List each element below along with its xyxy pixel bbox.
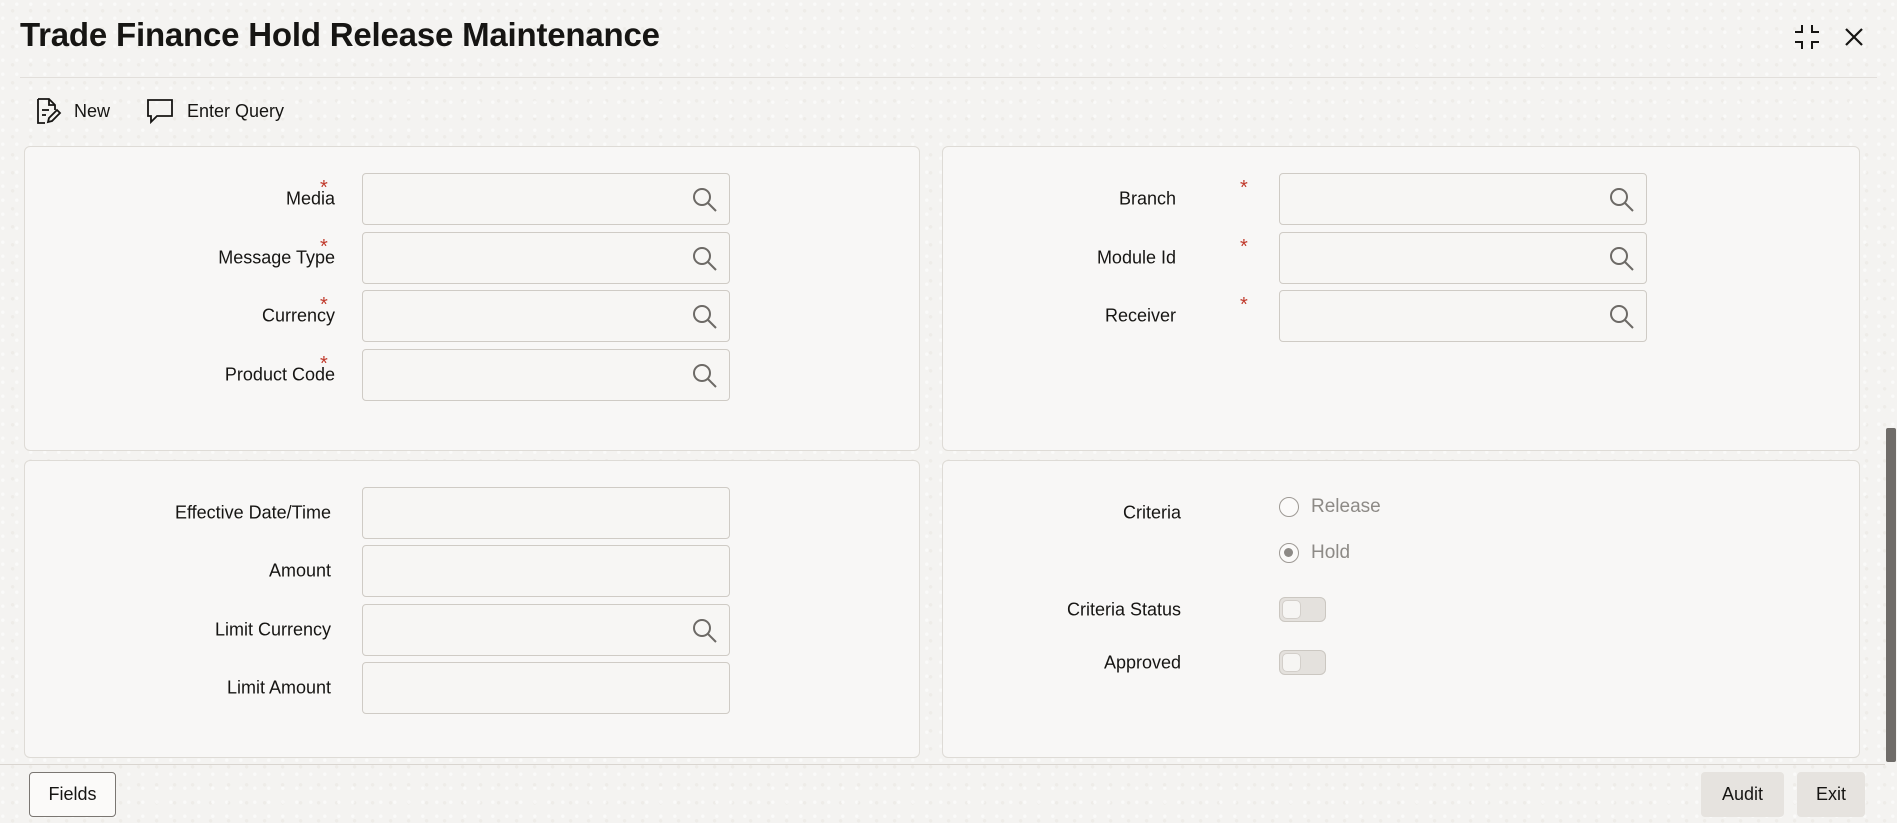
media-field[interactable] xyxy=(362,173,730,225)
required-indicator: * xyxy=(1240,294,1248,316)
effective-datetime-row: Effective Date/Time xyxy=(25,487,919,539)
module-id-input[interactable] xyxy=(1280,233,1646,283)
limit-currency-row: Limit Currency xyxy=(25,604,919,656)
close-icon xyxy=(1845,28,1863,46)
receiver-field[interactable] xyxy=(1279,290,1647,342)
receiver-row: Receiver * xyxy=(943,290,1859,342)
limit-currency-field[interactable] xyxy=(362,604,730,656)
search-icon[interactable] xyxy=(691,186,719,214)
collapse-icon xyxy=(1795,25,1819,49)
radio-hold-label: Hold xyxy=(1311,542,1351,563)
receiver-label: Receiver xyxy=(1104,305,1176,326)
new-button[interactable]: New xyxy=(32,93,110,129)
search-icon[interactable] xyxy=(691,362,719,390)
module-id-label: Module Id xyxy=(1096,247,1176,268)
message-type-label: Message Type xyxy=(218,247,335,268)
criteria-label: Criteria xyxy=(1122,502,1181,523)
approved-toggle[interactable] xyxy=(1279,650,1326,675)
radio-hold[interactable]: Hold xyxy=(1279,542,1350,564)
details-left-panel: Effective Date/Time Amount Limit Currenc… xyxy=(24,460,920,758)
branch-label: Branch xyxy=(1118,188,1176,209)
required-indicator: * xyxy=(1240,236,1248,258)
limit-currency-label: Limit Currency xyxy=(214,619,331,640)
collapse-button[interactable] xyxy=(1792,22,1822,52)
fields-button[interactable]: Fields xyxy=(29,772,116,817)
search-icon[interactable] xyxy=(1608,245,1636,273)
search-icon[interactable] xyxy=(691,303,719,331)
product-code-row: Product Code * xyxy=(25,349,919,401)
limit-amount-field[interactable] xyxy=(362,662,730,714)
header-divider xyxy=(20,77,1877,78)
currency-field[interactable] xyxy=(362,290,730,342)
radio-release[interactable]: Release xyxy=(1279,496,1381,518)
enter-query-button[interactable]: Enter Query xyxy=(145,93,284,129)
details-right-panel: Criteria Release Hold Criteria Status Ap… xyxy=(942,460,1860,758)
main-right-panel: Branch * Module Id * Receiver * xyxy=(942,146,1860,451)
required-indicator: * xyxy=(320,353,328,375)
currency-row: Currency * xyxy=(25,290,919,342)
branch-row: Branch * xyxy=(943,173,1859,225)
limit-amount-row: Limit Amount xyxy=(25,662,919,714)
radio-checked-icon xyxy=(1279,543,1299,563)
required-indicator: * xyxy=(320,236,328,258)
radio-unchecked-icon xyxy=(1279,497,1299,517)
effective-datetime-label: Effective Date/Time xyxy=(174,502,331,523)
limit-currency-input[interactable] xyxy=(363,605,729,655)
new-document-icon xyxy=(37,98,62,124)
page-title: Trade Finance Hold Release Maintenance xyxy=(20,16,660,53)
toggle-knob xyxy=(1282,653,1301,672)
exit-button[interactable]: Exit xyxy=(1797,772,1865,817)
approved-label: Approved xyxy=(1103,652,1181,673)
main-left-panel: Media * Message Type * Currency * Produc… xyxy=(24,146,920,451)
product-code-label: Product Code xyxy=(224,364,335,385)
media-label: Media xyxy=(285,188,335,209)
limit-amount-input[interactable] xyxy=(363,663,729,713)
effective-datetime-field[interactable] xyxy=(362,487,730,539)
product-code-input[interactable] xyxy=(363,350,729,400)
branch-input[interactable] xyxy=(1280,174,1646,224)
toggle-knob xyxy=(1282,600,1301,619)
enter-query-label: Enter Query xyxy=(187,100,285,121)
branch-field[interactable] xyxy=(1279,173,1647,225)
currency-label: Currency xyxy=(261,305,335,326)
module-id-row: Module Id * xyxy=(943,232,1859,284)
chat-bubble-icon xyxy=(147,99,173,125)
audit-button[interactable]: Audit xyxy=(1701,772,1784,817)
media-row: Media * xyxy=(25,173,919,225)
search-icon[interactable] xyxy=(691,617,719,645)
search-icon[interactable] xyxy=(691,245,719,273)
footer-divider xyxy=(0,764,1885,765)
amount-field[interactable] xyxy=(362,545,730,597)
message-type-row: Message Type * xyxy=(25,232,919,284)
criteria-status-toggle[interactable] xyxy=(1279,597,1326,622)
required-indicator: * xyxy=(320,177,328,199)
amount-input[interactable] xyxy=(363,546,729,596)
radio-release-label: Release xyxy=(1311,496,1381,517)
criteria-status-label: Criteria Status xyxy=(1066,599,1181,620)
scrollbar-thumb[interactable] xyxy=(1886,428,1896,762)
message-type-input[interactable] xyxy=(363,233,729,283)
required-indicator: * xyxy=(1240,177,1248,199)
amount-label: Amount xyxy=(268,560,331,581)
limit-amount-label: Limit Amount xyxy=(226,677,331,698)
currency-input[interactable] xyxy=(363,291,729,341)
search-icon[interactable] xyxy=(1608,303,1636,331)
module-id-field[interactable] xyxy=(1279,232,1647,284)
close-button[interactable] xyxy=(1839,22,1869,52)
receiver-input[interactable] xyxy=(1280,291,1646,341)
message-type-field[interactable] xyxy=(362,232,730,284)
product-code-field[interactable] xyxy=(362,349,730,401)
amount-row: Amount xyxy=(25,545,919,597)
media-input[interactable] xyxy=(363,174,729,224)
search-icon[interactable] xyxy=(1608,186,1636,214)
effective-datetime-input[interactable] xyxy=(363,488,729,538)
new-button-label: New xyxy=(74,100,111,121)
required-indicator: * xyxy=(320,294,328,316)
